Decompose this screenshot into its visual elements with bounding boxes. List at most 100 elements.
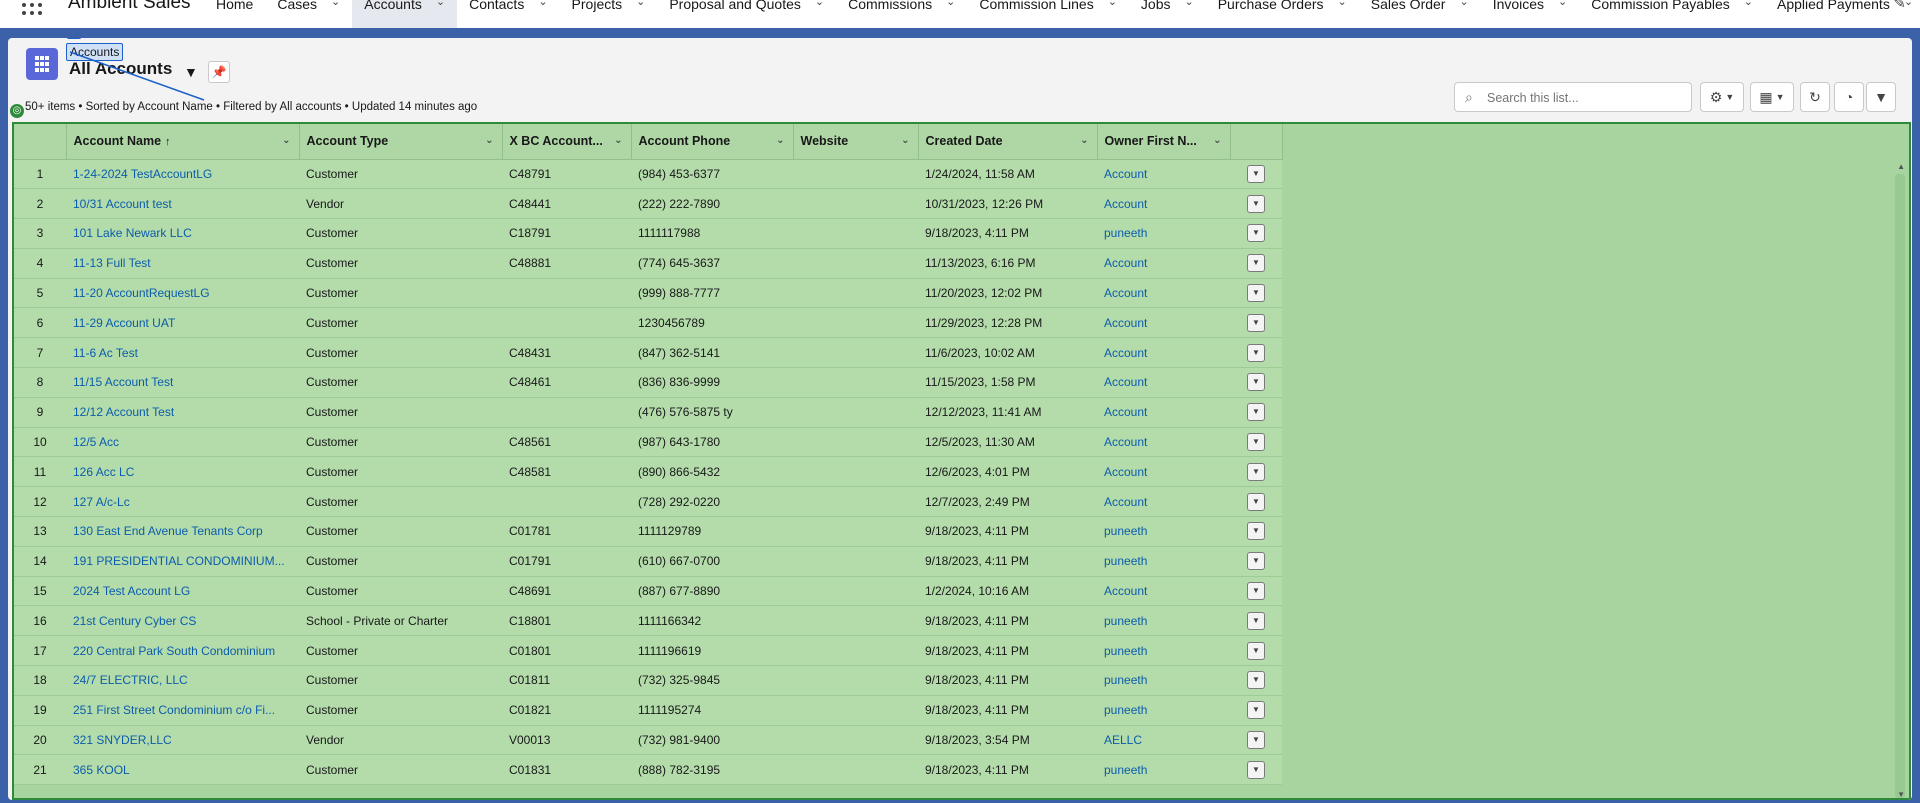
owner-link[interactable]: AELLC: [1097, 725, 1230, 756]
owner-link[interactable]: puneeth: [1097, 665, 1230, 696]
account-name-link[interactable]: 191 PRESIDENTIAL CONDOMINIUM...: [66, 546, 299, 577]
owner-link[interactable]: Account: [1097, 188, 1230, 220]
row-action-chevron-down-icon[interactable]: ▼: [1247, 582, 1265, 601]
owner-link[interactable]: Account: [1097, 159, 1230, 190]
row-action-chevron-down-icon[interactable]: ▼: [1247, 224, 1265, 243]
column-header-website[interactable]: Website ⌄: [793, 124, 919, 160]
account-name-link[interactable]: 11/15 Account Test: [66, 367, 299, 398]
owner-link[interactable]: Account: [1097, 337, 1230, 369]
account-name-link[interactable]: 11-20 AccountRequestLG: [66, 278, 299, 309]
account-name-link[interactable]: 127 A/c-Lc: [66, 486, 299, 518]
account-name-link[interactable]: 11-13 Full Test: [66, 248, 299, 279]
account-name-link[interactable]: 24/7 ELECTRIC, LLC: [66, 665, 299, 696]
owner-link[interactable]: Account: [1097, 278, 1230, 309]
chevron-down-icon[interactable]: ⌄: [331, 0, 340, 8]
edit-nav-pencil-icon[interactable]: ✎: [1893, 0, 1906, 12]
nav-tab-contacts[interactable]: Contacts ⌄: [457, 0, 559, 28]
account-name-link[interactable]: 220 Central Park South Condominium: [66, 635, 299, 667]
account-name-link[interactable]: 1-24-2024 TestAccountLG: [66, 159, 299, 190]
row-action-chevron-down-icon[interactable]: ▼: [1247, 760, 1265, 779]
nav-tab-projects[interactable]: Projects ⌄: [560, 0, 658, 28]
chevron-down-icon[interactable]: ⌄: [1558, 0, 1567, 8]
chevron-down-icon[interactable]: ⌄: [1744, 0, 1753, 8]
nav-tab-jobs[interactable]: Jobs ⌄: [1129, 0, 1206, 28]
row-action-chevron-down-icon[interactable]: ▼: [1247, 492, 1265, 511]
column-header-account-phone[interactable]: Account Phone ⌄: [631, 124, 794, 160]
chevron-down-icon[interactable]: ⌄: [436, 0, 445, 8]
owner-link[interactable]: Account: [1097, 307, 1230, 339]
scroll-down-arrow-icon[interactable]: ▼: [1897, 790, 1905, 798]
chevron-down-icon[interactable]: ⌄: [815, 0, 824, 8]
chevron-down-icon[interactable]: ⌄: [636, 0, 645, 8]
chevron-down-icon[interactable]: ⌄: [1185, 0, 1194, 8]
owner-link[interactable]: Account: [1097, 576, 1230, 607]
search-list-input[interactable]: [1485, 87, 1689, 109]
owner-link[interactable]: Account: [1097, 397, 1230, 428]
chevron-down-icon[interactable]: ⌄: [614, 135, 622, 146]
scroll-up-arrow-icon[interactable]: ▲: [1897, 162, 1905, 171]
filter-button[interactable]: ▼: [1866, 82, 1896, 112]
account-name-link[interactable]: 251 First Street Condominium c/o Fi...: [66, 695, 299, 726]
row-action-chevron-down-icon[interactable]: ▼: [1247, 343, 1265, 362]
chevron-down-icon[interactable]: ⌄: [1338, 0, 1347, 8]
account-name-link[interactable]: 12/5 Acc: [66, 427, 299, 458]
owner-link[interactable]: puneeth: [1097, 605, 1230, 637]
owner-link[interactable]: Account: [1097, 456, 1230, 488]
chevron-down-icon[interactable]: ⌄: [485, 135, 493, 146]
list-settings-button[interactable]: ⚙ ▼: [1700, 82, 1744, 112]
chevron-down-icon[interactable]: ⌄: [1459, 0, 1468, 8]
row-action-chevron-down-icon[interactable]: ▼: [1247, 254, 1265, 273]
vertical-scrollbar[interactable]: [1895, 174, 1905, 798]
list-view-picker-caret-icon[interactable]: ▼: [184, 64, 198, 80]
nav-tab-cases[interactable]: Cases ⌄: [265, 0, 352, 28]
chevron-down-icon[interactable]: ⌄: [282, 135, 290, 146]
nav-tab-proposal-and-quotes[interactable]: Proposal and Quotes ⌄: [657, 0, 836, 28]
column-header-bc-account[interactable]: X BC Account... ⌄: [502, 124, 632, 160]
owner-link[interactable]: puneeth: [1097, 218, 1230, 249]
owner-link[interactable]: puneeth: [1097, 546, 1230, 577]
owner-link[interactable]: puneeth: [1097, 635, 1230, 667]
nav-tab-invoices[interactable]: Invoices ⌄: [1481, 0, 1580, 28]
account-name-link[interactable]: 10/31 Account test: [66, 188, 299, 220]
account-name-link[interactable]: 321 SNYDER,LLC: [66, 725, 299, 756]
row-action-chevron-down-icon[interactable]: ▼: [1247, 552, 1265, 571]
charts-button[interactable]: ◔: [1834, 82, 1864, 112]
column-header-created-date[interactable]: Created Date ⌄: [918, 124, 1098, 160]
account-name-link[interactable]: 2024 Test Account LG: [66, 576, 299, 607]
nav-tab-commission-payables[interactable]: Commission Payables ⌄: [1579, 0, 1765, 28]
owner-link[interactable]: puneeth: [1097, 695, 1230, 726]
row-action-chevron-down-icon[interactable]: ▼: [1247, 284, 1265, 303]
account-name-link[interactable]: 126 Acc LC: [66, 456, 299, 488]
row-action-chevron-down-icon[interactable]: ▼: [1247, 701, 1265, 720]
chevron-down-icon[interactable]: ⌄: [1080, 135, 1088, 146]
chevron-down-icon[interactable]: ⌄: [1213, 135, 1221, 146]
chevron-down-icon[interactable]: ⌄: [1108, 0, 1117, 8]
row-action-chevron-down-icon[interactable]: ▼: [1247, 403, 1265, 422]
owner-link[interactable]: Account: [1097, 427, 1230, 458]
app-launcher-waffle-icon[interactable]: [22, 0, 46, 15]
search-list-box[interactable]: ⌕: [1454, 82, 1692, 112]
account-name-link[interactable]: 130 East End Avenue Tenants Corp: [66, 516, 299, 547]
refresh-button[interactable]: ↻: [1800, 82, 1830, 112]
row-action-chevron-down-icon[interactable]: ▼: [1247, 433, 1265, 452]
row-action-chevron-down-icon[interactable]: ▼: [1247, 611, 1265, 630]
account-name-link[interactable]: 21st Century Cyber CS: [66, 605, 299, 637]
row-action-chevron-down-icon[interactable]: ▼: [1247, 194, 1265, 213]
nav-tab-home[interactable]: Home: [204, 0, 265, 28]
chevron-down-icon[interactable]: ⌄: [901, 135, 909, 146]
owner-link[interactable]: Account: [1097, 248, 1230, 279]
row-action-chevron-down-icon[interactable]: ▼: [1247, 671, 1265, 690]
nav-tab-commission-lines[interactable]: Commission Lines ⌄: [967, 0, 1129, 28]
chevron-down-icon[interactable]: ⌄: [538, 0, 547, 8]
chevron-down-icon[interactable]: ⌄: [946, 0, 955, 8]
list-view-title[interactable]: All Accounts: [69, 59, 172, 79]
account-name-link[interactable]: 12/12 Account Test: [66, 397, 299, 428]
account-name-link[interactable]: 101 Lake Newark LLC: [66, 218, 299, 249]
display-as-button[interactable]: ▦ ▼: [1750, 82, 1794, 112]
row-action-chevron-down-icon[interactable]: ▼: [1247, 462, 1265, 481]
owner-link[interactable]: Account: [1097, 367, 1230, 398]
nav-tab-sales-order[interactable]: Sales Order ⌄: [1359, 0, 1481, 28]
account-name-link[interactable]: 11-6 Ac Test: [66, 337, 299, 369]
row-action-chevron-down-icon[interactable]: ▼: [1247, 164, 1265, 183]
row-action-chevron-down-icon[interactable]: ▼: [1247, 373, 1265, 392]
